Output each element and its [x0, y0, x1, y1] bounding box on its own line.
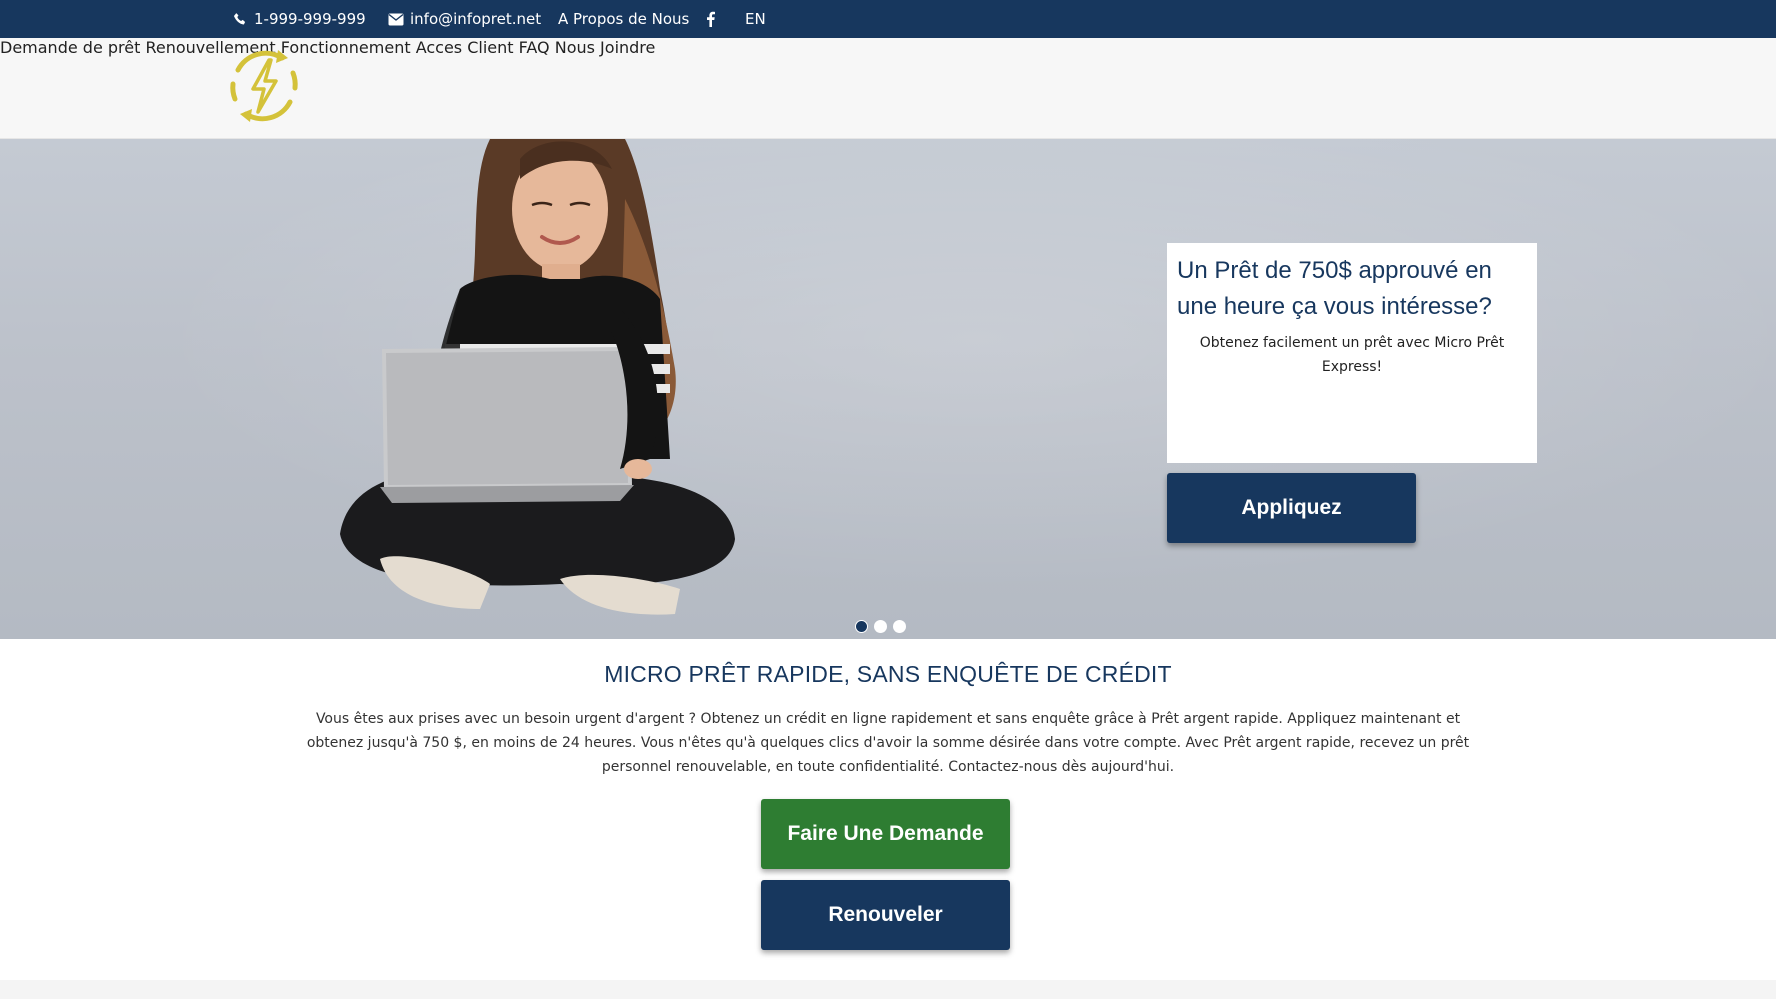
facebook-link[interactable] — [706, 0, 721, 38]
intro-heading: MICRO PRÊT RAPIDE, SANS ENQUÊTE DE CRÉDI… — [604, 661, 1172, 687]
phone-number: 1-999-999-999 — [254, 10, 366, 28]
renew-button[interactable]: Renouveler — [761, 880, 1010, 950]
lightning-refresh-logo[interactable] — [222, 44, 306, 128]
slider-dot-2[interactable] — [874, 620, 887, 633]
promo-title: Un Prêt de 750$ approuvé en une heure ça… — [1177, 257, 1492, 320]
promo-card: Un Prêt de 750$ approuvé en une heure ça… — [1167, 243, 1537, 463]
nav-demande-de-pret[interactable]: Demande de prêt — [0, 38, 140, 57]
email-link[interactable]: info@infopret.net — [388, 0, 541, 38]
language-switch[interactable]: EN — [745, 0, 766, 38]
phone-icon — [233, 12, 246, 24]
site-header: Demande de prêt Renouvellement Fonctionn… — [0, 38, 1776, 139]
request-button[interactable]: Faire Une Demande — [761, 799, 1010, 869]
intro-body: Vous êtes aux prises avec un besoin urge… — [306, 711, 1470, 775]
intro-section: MICRO PRÊT RAPIDE, SANS ENQUÊTE DE CRÉDI… — [0, 639, 1776, 980]
apply-button[interactable]: Appliquez — [1167, 473, 1416, 543]
envelope-icon — [388, 13, 404, 25]
about-link[interactable]: A Propos de Nous — [558, 0, 689, 38]
slider-pagination — [855, 620, 906, 633]
hero-slider: Un Prêt de 750$ approuvé en une heure ça… — [0, 139, 1776, 639]
slider-dot-3[interactable] — [893, 620, 906, 633]
top-bar: 1-999-999-999 info@infopret.net A Propos… — [0, 0, 1776, 38]
nav-nous-joindre[interactable]: Nous Joindre — [555, 38, 656, 57]
promo-subtitle: Obtenez facilement un prêt avec Micro Pr… — [1199, 335, 1505, 375]
nav-acces-client[interactable]: Acces Client — [416, 38, 514, 57]
email-address: info@infopret.net — [410, 10, 542, 28]
facebook-icon — [707, 11, 715, 27]
hero-woman-laptop-image — [340, 139, 735, 615]
phone-link[interactable]: 1-999-999-999 — [233, 0, 366, 38]
slider-dot-1[interactable] — [855, 620, 868, 633]
nav-faq[interactable]: FAQ — [519, 38, 550, 57]
